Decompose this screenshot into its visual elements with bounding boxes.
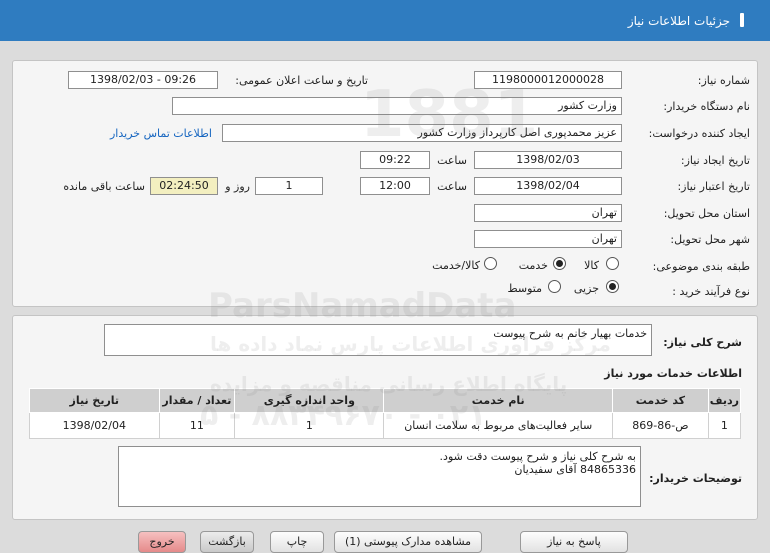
print-button[interactable]: چاپ	[270, 531, 324, 553]
window-titlebar: جزئیات اطلاعات نیاز	[0, 0, 770, 41]
days-remaining-field: 1	[255, 177, 323, 195]
cell-service-code: ص-86-869	[612, 412, 709, 439]
cell-service-name: سایر فعالیت‌های مربوط به سلامت انسان	[383, 412, 614, 439]
buyer-notes-label: توضیحات خریدار:	[649, 472, 742, 485]
buyer-notes-box: به شرح کلی نیاز و شرح پیوست دقت شود. 848…	[118, 446, 641, 507]
title-bar-icon	[740, 13, 744, 27]
summary-field: خدمات بهیار خانم به شرح پیوست	[104, 324, 652, 356]
validity-date-field: 1398/02/04	[474, 177, 622, 195]
remaining-label: ساعت باقی مانده	[63, 180, 145, 193]
category-radio-service[interactable]	[553, 257, 566, 270]
buyer-contact-link[interactable]: اطلاعات تماس خریدار	[110, 127, 212, 140]
category-label: طبقه بندی موضوعی:	[652, 260, 750, 273]
cell-unit: 1	[234, 412, 385, 439]
back-button[interactable]: بازگشت	[200, 531, 254, 553]
col-service-code: کد خدمت	[612, 388, 709, 413]
announce-field: 1398/02/03 - 09:26	[68, 71, 218, 89]
requester-field: عزیز محمدپوری اصل کارپرداز وزارت کشور	[222, 124, 622, 142]
reply-button[interactable]: پاسخ به نیاز	[520, 531, 628, 553]
buyer-notes-line2: 84865336 آقای سفیدیان	[514, 463, 636, 476]
cell-quantity: 11	[158, 412, 236, 439]
category-option-goods: کالا	[584, 259, 599, 272]
page-title: جزئیات اطلاعات نیاز	[627, 14, 730, 28]
city-field: تهران	[474, 230, 622, 248]
created-time-label: ساعت	[437, 154, 467, 167]
announce-label: تاریخ و ساعت اعلان عمومی:	[235, 74, 368, 87]
cell-row: 1	[707, 412, 742, 439]
need-number-field: 1198000012000028	[474, 71, 622, 89]
need-number-label: شماره نیاز:	[697, 74, 750, 87]
purchase-radio-minor[interactable]	[606, 280, 619, 293]
exit-button[interactable]: خروج	[138, 531, 186, 553]
col-service-name: نام خدمت	[383, 388, 614, 413]
col-quantity: تعداد / مقدار	[158, 388, 236, 413]
col-need-date: تاریخ نیاز	[29, 388, 160, 413]
validity-date-label: تاریخ اعتبار نیاز:	[677, 180, 750, 193]
created-date-field: 1398/02/03	[474, 151, 622, 169]
table-row[interactable]: 1 ص-86-869 سایر فعالیت‌های مربوط به سلام…	[29, 412, 742, 439]
purchase-option-medium: متوسط	[507, 282, 542, 295]
col-row: ردیف	[707, 388, 742, 413]
validity-time-field: 12:00	[360, 177, 430, 195]
created-date-label: تاریخ ایجاد نیاز:	[680, 154, 750, 167]
services-table: ردیف کد خدمت نام خدمت واحد اندازه گیری ت…	[29, 388, 742, 439]
cell-need-date: 1398/02/04	[29, 412, 160, 439]
purchase-option-minor: جزیی	[573, 282, 599, 295]
buyer-org-field: وزارت کشور	[172, 97, 622, 115]
province-field: تهران	[474, 204, 622, 222]
buyer-org-label: نام دستگاه خریدار:	[663, 100, 750, 113]
view-attachments-button[interactable]: مشاهده مدارک پیوستی (1)	[334, 531, 482, 553]
validity-time-label: ساعت	[437, 180, 467, 193]
purchase-type-label: نوع فرآیند خرید :	[672, 285, 750, 298]
requester-label: ایجاد کننده درخواست:	[648, 127, 750, 140]
remaining-time-field: 02:24:50	[150, 177, 218, 195]
category-option-goods-service: کالا/خدمت	[432, 259, 480, 272]
days-label: روز و	[225, 180, 250, 193]
province-label: استان محل تحویل:	[663, 207, 750, 220]
created-time-field: 09:22	[360, 151, 430, 169]
services-table-header: ردیف کد خدمت نام خدمت واحد اندازه گیری ت…	[29, 388, 742, 413]
col-unit: واحد اندازه گیری	[234, 388, 385, 413]
services-title: اطلاعات خدمات مورد نیاز	[604, 367, 742, 380]
purchase-radio-medium[interactable]	[548, 280, 561, 293]
city-label: شهر محل تحویل:	[670, 233, 750, 246]
category-option-service: خدمت	[518, 259, 548, 272]
summary-label: شرح کلی نیاز:	[663, 336, 742, 349]
buyer-notes-line1: به شرح کلی نیاز و شرح پیوست دقت شود.	[439, 450, 636, 463]
category-radio-goods-service[interactable]	[484, 257, 497, 270]
category-radio-goods[interactable]	[606, 257, 619, 270]
